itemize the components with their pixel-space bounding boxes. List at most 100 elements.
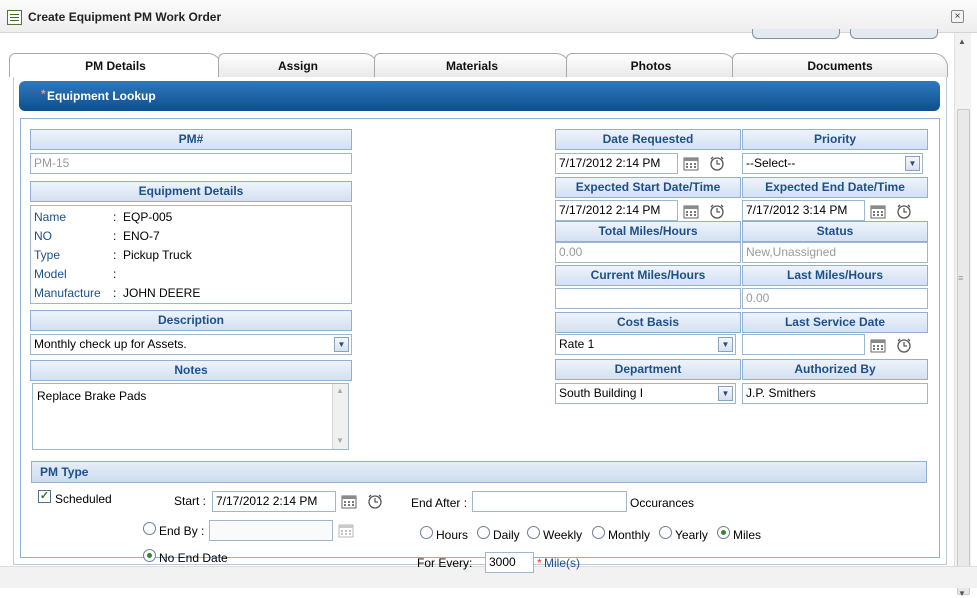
equipment-type-key: Type [34,248,61,262]
end-by-field[interactable] [209,520,333,541]
last-miles-field[interactable]: 0.00 [742,288,928,309]
freq-monthly-radio[interactable] [592,526,605,539]
cost-basis-select[interactable]: Rate 1 ▼ [555,334,736,355]
freq-yearly-radio[interactable] [659,526,672,539]
end-by-radio[interactable] [143,522,156,535]
pm-type-header: PM Type [31,461,927,483]
required-marker: * [537,556,542,570]
department-label: Department [555,359,741,380]
scroll-down-icon[interactable]: ▼ [336,436,344,445]
notes-value: Replace Brake Pads [37,389,147,403]
calendar-icon[interactable] [870,338,886,353]
end-by-label: End By : [159,524,205,538]
freq-yearly-label: Yearly [675,528,708,542]
equipment-manufacture-key: Manufacture [34,286,101,300]
scheduled-checkbox[interactable]: ✓ [38,490,51,503]
clock-icon[interactable] [896,337,912,353]
last-service-date-field[interactable] [742,334,865,355]
freq-daily-label: Daily [493,528,520,542]
description-value: Monthly check up for Assets. [34,337,187,351]
scrollbar-thumb[interactable] [957,109,970,595]
unit-label: Mile(s) [544,556,580,570]
end-after-label: End After : [411,496,468,510]
tab-photos[interactable]: Photos [566,53,736,77]
calendar-icon[interactable] [870,204,886,219]
equipment-lookup-label: Equipment Lookup [47,89,156,103]
scroll-down-icon[interactable]: ▼ [958,589,966,598]
freq-daily-radio[interactable] [477,526,490,539]
equipment-model-sep: : [113,267,117,281]
freq-hours-label: Hours [436,528,469,542]
scroll-up-icon[interactable]: ▲ [336,386,344,395]
for-every-label: For Every: [417,556,473,570]
equipment-type-sep: : [113,248,117,262]
required-marker: * [41,87,46,101]
window-title: Create Equipment PM Work Order [28,10,222,24]
equipment-lookup-bar[interactable]: * Equipment Lookup [19,81,940,111]
clock-icon[interactable] [709,203,725,219]
calendar-icon[interactable] [338,523,354,538]
department-select[interactable]: South Building I ▼ [555,383,736,404]
chevron-down-icon[interactable]: ▼ [718,337,733,352]
current-miles-field[interactable] [555,288,741,309]
form-icon [7,10,22,25]
priority-select[interactable]: --Select-- ▼ [742,153,923,174]
date-requested-field[interactable]: 7/17/2012 2:14 PM [555,153,678,174]
close-icon[interactable]: × [951,10,964,23]
for-every-field[interactable]: 3000 [485,552,534,573]
tab-pm-details[interactable]: PM Details [9,53,222,77]
start-date-field[interactable]: 7/17/2012 2:14 PM [212,491,336,512]
current-miles-label: Current Miles/Hours [555,265,741,286]
equipment-type-value: Pickup Truck [123,248,192,262]
tab-documents[interactable]: Documents [732,53,948,77]
freq-monthly-label: Monthly [608,528,651,542]
expected-end-field[interactable]: 7/17/2012 3:14 PM [742,200,865,221]
priority-value: --Select-- [746,156,796,170]
end-after-field[interactable] [472,491,627,512]
equipment-name-sep: : [113,210,117,224]
top-action-button[interactable] [850,29,938,39]
equipment-manufacture-sep: : [113,286,117,300]
calendar-icon[interactable] [683,204,699,219]
description-select[interactable]: Monthly check up for Assets. ▼ [30,334,352,355]
freq-weekly-radio[interactable] [527,526,540,539]
calendar-icon[interactable] [683,156,699,171]
grip-icon: ≡ [958,273,964,283]
pm-number-label: PM# [30,129,352,150]
equipment-model-key: Model [34,267,67,281]
no-end-date-radio[interactable] [143,549,156,562]
total-miles-label: Total Miles/Hours [555,221,741,242]
status-field[interactable]: New,Unassigned [742,242,928,263]
tab-assign[interactable]: Assign [218,53,378,77]
freq-miles-label: Miles [733,528,762,542]
tab-materials[interactable]: Materials [374,53,570,77]
total-miles-field[interactable]: 0.00 [555,242,741,263]
freq-hours-radio[interactable] [420,526,433,539]
calendar-icon[interactable] [341,494,357,509]
priority-label: Priority [742,129,928,150]
pm-number-field[interactable]: PM-15 [30,153,352,174]
freq-miles-radio[interactable] [717,526,730,539]
authorized-by-field[interactable]: J.P. Smithers [742,383,928,404]
expected-start-label: Expected Start Date/Time [555,177,741,198]
date-requested-label: Date Requested [555,129,741,150]
scroll-up-icon[interactable]: ▲ [958,37,966,46]
chevron-down-icon[interactable]: ▼ [905,156,920,171]
equipment-name-key: Name [34,210,67,224]
top-action-button[interactable] [752,29,840,39]
description-label: Description [30,310,352,331]
last-miles-label: Last Miles/Hours [742,265,928,286]
equipment-name-value: EQP-005 [123,210,173,224]
notes-textarea[interactable]: Replace Brake Pads ▲ ▼ [32,383,349,450]
notes-scrollbar[interactable]: ▲ ▼ [332,384,348,449]
chevron-down-icon[interactable]: ▼ [718,386,733,401]
clock-icon[interactable] [367,493,383,509]
freq-weekly-label: Weekly [543,528,583,542]
expected-start-field[interactable]: 7/17/2012 2:14 PM [555,200,678,221]
clock-icon[interactable] [896,203,912,219]
equipment-details-label: Equipment Details [30,181,352,202]
vertical-scrollbar[interactable]: ▲ ≡ ▼ [954,33,971,598]
clock-icon[interactable] [709,155,725,171]
chevron-down-icon[interactable]: ▼ [334,337,349,352]
cost-basis-value: Rate 1 [559,337,595,351]
